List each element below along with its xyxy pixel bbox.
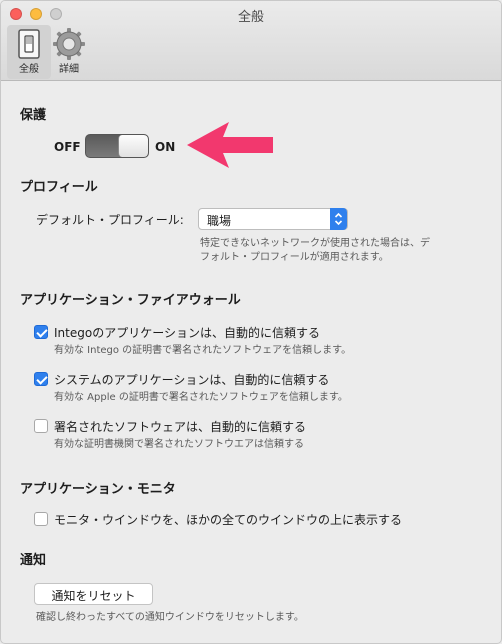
- toolbar-detail-button[interactable]: 詳細: [47, 25, 91, 79]
- toolbar-general-label: 全般: [19, 64, 39, 75]
- toggle-knob[interactable]: [118, 135, 148, 157]
- monitor-on-top-checkbox[interactable]: [34, 512, 48, 526]
- trust-signed-checkbox[interactable]: [34, 419, 48, 433]
- trust-intego-label[interactable]: Integoのアプリケーションは、自動的に信頼する: [54, 324, 320, 341]
- trust-system-label[interactable]: システムのアプリケーションは、自動的に信頼する: [54, 371, 329, 388]
- titlebar: 全般 全般 詳細: [1, 1, 501, 81]
- profile-select-value: 職場: [207, 214, 232, 228]
- trust-signed-hint: 有効な証明書機関で署名されたソフトウエアは信頼する: [54, 439, 304, 450]
- toggle-off-label: OFF: [54, 140, 81, 154]
- profile-select[interactable]: 職場: [198, 208, 348, 230]
- preferences-window: 全般 全般 詳細 保護 OFF ON プロフィール デフォルト・プロフィール: …: [0, 0, 502, 644]
- monitor-heading: アプリケーション・モニタ: [20, 482, 176, 497]
- profile-heading: プロフィール: [20, 180, 98, 195]
- toggle-on-label: ON: [155, 140, 176, 154]
- trust-signed-label[interactable]: 署名されたソフトウェアは、自動的に信頼する: [54, 418, 306, 435]
- trust-system-hint: 有効な Apple の証明書で署名されたソフトウェアを信頼します。: [54, 392, 348, 403]
- toolbar-detail-label: 詳細: [59, 64, 79, 75]
- updown-chevron-icon: [330, 208, 347, 230]
- profile-hint-line2: フォルト・プロフィールが適用されます。: [200, 252, 389, 263]
- window-title: 全般: [237, 10, 264, 25]
- protection-toggle[interactable]: [85, 134, 149, 158]
- reset-notifications-button[interactable]: 通知をリセット: [34, 583, 153, 605]
- toolbar-general-button[interactable]: 全般: [7, 25, 51, 79]
- reset-notifications-hint: 確認し終わったすべての通知ウインドウをリセットします。: [36, 612, 304, 623]
- monitor-on-top-label[interactable]: モニタ・ウインドウを、ほかの全てのウインドウの上に表示する: [54, 511, 402, 528]
- trust-system-checkbox[interactable]: [34, 372, 48, 386]
- trust-intego-hint: 有効な Intego の証明書で署名されたソフトウェアを信頼します。: [54, 345, 352, 356]
- pointer-arrow-icon: [187, 122, 273, 168]
- trust-intego-checkbox[interactable]: [34, 325, 48, 339]
- protection-heading: 保護: [20, 108, 47, 123]
- switch-icon: [18, 29, 40, 59]
- default-profile-label: デフォルト・プロフィール:: [36, 213, 184, 227]
- notify-heading: 通知: [20, 553, 47, 568]
- gear-icon: [53, 28, 85, 60]
- firewall-heading: アプリケーション・ファイアウォール: [20, 293, 241, 308]
